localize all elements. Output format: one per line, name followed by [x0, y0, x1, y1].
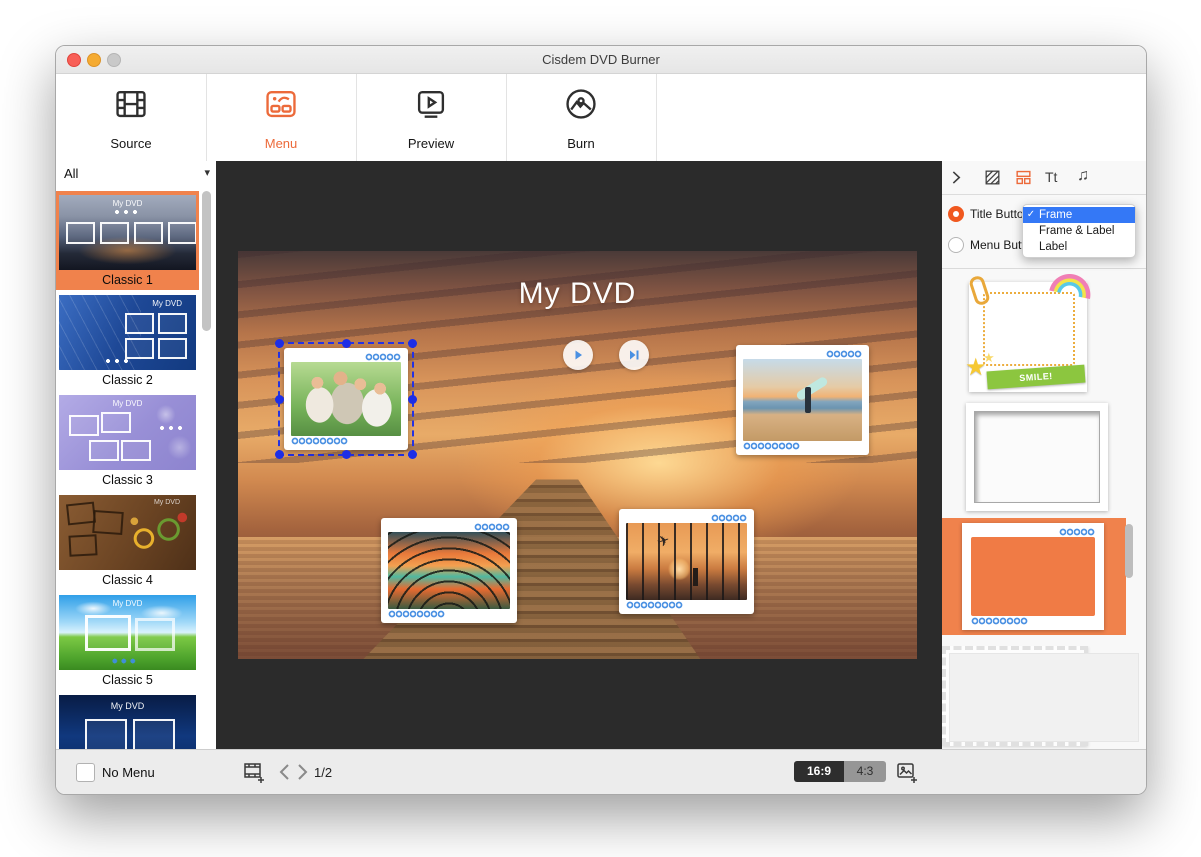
template-classic-6[interactable]: My DVD [56, 691, 199, 749]
template-thumbnail: My DVD [59, 495, 196, 570]
resize-handle[interactable] [275, 395, 284, 404]
frame-tab-icon[interactable] [1014, 168, 1033, 187]
doodle-frame [983, 292, 1075, 366]
title-bar: Cisdem DVD Burner [56, 46, 1146, 74]
frame-option-smile[interactable]: ★ ★ SMILE! [942, 276, 1146, 394]
source-button[interactable]: Source [56, 74, 207, 161]
radio-selected-icon [948, 206, 964, 222]
filter-value: All [56, 166, 78, 181]
no-menu-label: No Menu [102, 765, 155, 780]
next-button[interactable] [619, 340, 649, 370]
nav-dots [105, 358, 132, 364]
text-tab-icon[interactable]: Tt [1045, 169, 1057, 185]
play-button[interactable] [563, 340, 593, 370]
template-list: My DVD Classic 1 My DVD Classic 2 My DVD… [56, 186, 199, 749]
resize-handle[interactable] [408, 395, 417, 404]
background-tab-icon[interactable] [983, 168, 1002, 187]
smile-banner: SMILE! [986, 365, 1085, 390]
chain-decoration [1059, 528, 1095, 536]
nav-dots [114, 209, 141, 215]
resize-handle[interactable] [275, 339, 284, 348]
resize-handle[interactable] [408, 339, 417, 348]
resize-handle[interactable] [342, 450, 351, 459]
video-thumbnail-family [291, 362, 401, 436]
template-thumbnail: My DVD [59, 195, 196, 270]
resize-handle[interactable] [342, 339, 351, 348]
nav-dots [159, 425, 186, 431]
nav-dots [111, 658, 138, 664]
dropdown-option-frame-label[interactable]: Frame & Label [1023, 223, 1135, 239]
next-page-icon[interactable] [294, 763, 310, 781]
aspect-ratio-control: 16:9 4:3 [794, 761, 886, 782]
check-icon: ✓ [1023, 207, 1039, 223]
aspect-16-9-button[interactable]: 16:9 [794, 761, 844, 782]
burn-button[interactable]: Burn [506, 74, 657, 161]
audio-tab-icon[interactable]: ♫ [1077, 167, 1089, 185]
resize-handle[interactable] [275, 450, 284, 459]
template-thumbnail: My DVD [59, 695, 196, 749]
dvd-menu-canvas[interactable]: My DVD [238, 251, 917, 659]
video-thumbnail-surfer[interactable] [736, 345, 869, 455]
photo-frame-card [284, 348, 408, 450]
burn-disc-icon [562, 85, 600, 123]
chain-decoration [743, 442, 800, 450]
template-classic-1[interactable]: My DVD Classic 1 [56, 191, 199, 290]
dvd-menu-title[interactable]: My DVD [238, 277, 917, 311]
template-classic-3[interactable]: My DVD Classic 3 [56, 391, 199, 490]
preview-button[interactable]: Preview [356, 74, 507, 161]
add-background-image-icon[interactable] [894, 759, 920, 785]
prev-page-icon[interactable] [277, 763, 293, 781]
selected-video-thumbnail[interactable] [278, 342, 414, 456]
frame-style-dropdown: ✓ Frame Frame & Label Label [1022, 204, 1136, 258]
window-title: Cisdem DVD Burner [56, 52, 1146, 67]
app-window: Cisdem DVD Burner Source Menu [55, 45, 1147, 795]
template-thumbnail: My DVD [59, 395, 196, 470]
film-strip-icon [112, 85, 150, 123]
sidebar-scroll-track [199, 186, 216, 749]
inspector-tabs: Tt ♫ [942, 161, 1146, 195]
chain-decoration [388, 610, 445, 618]
frame-option-stamp[interactable] [942, 646, 1146, 749]
template-classic-5[interactable]: My DVD Classic 5 [56, 591, 199, 690]
panel-scrollbar[interactable] [1125, 524, 1133, 578]
radio-unselected-icon [948, 237, 964, 253]
chain-decoration [971, 617, 1028, 625]
template-thumbnail: My DVD [59, 595, 196, 670]
dropdown-option-label[interactable]: Label [1023, 239, 1135, 255]
play-icon [571, 348, 585, 362]
dropdown-option-frame[interactable]: ✓ Frame [1023, 207, 1135, 223]
no-menu-checkbox[interactable] [76, 763, 95, 782]
frame-option-orange-selected[interactable] [942, 518, 1146, 635]
skip-next-icon [627, 348, 641, 362]
template-thumbnail: My DVD [59, 295, 196, 370]
paperclip-icon [968, 274, 991, 306]
video-thumbnail-arch[interactable] [381, 518, 517, 623]
menu-image-icon [262, 85, 300, 123]
frame-option-plain[interactable] [942, 401, 1146, 516]
chevron-down-icon: ▾ [204, 161, 210, 186]
sidebar-scrollbar[interactable] [202, 191, 211, 331]
page-indicator: 1/2 [314, 765, 332, 780]
main-toolbar: Source Menu Preview [56, 74, 1146, 162]
template-classic-2[interactable]: My DVD Classic 2 [56, 291, 199, 390]
resize-handle[interactable] [408, 450, 417, 459]
title-button-radio[interactable]: Title Button [948, 205, 1030, 223]
video-thumbnail-airport[interactable] [619, 509, 754, 614]
template-classic-4[interactable]: My DVD Classic 4 [56, 491, 199, 590]
menu-button[interactable]: Menu [206, 74, 357, 161]
chain-decoration [826, 350, 862, 358]
chain-decoration [474, 523, 510, 531]
collapse-panel-icon[interactable] [947, 168, 966, 187]
bottom-bar: No Menu 1/2 16:9 4:3 [56, 749, 1146, 795]
chain-decoration [626, 601, 683, 609]
chain-decoration [291, 437, 348, 445]
preview-play-icon [412, 85, 450, 123]
star-icon: ★ [983, 351, 995, 364]
preview-area: My DVD [216, 161, 942, 749]
chain-decoration [711, 514, 747, 522]
chain-decoration [365, 353, 401, 361]
aspect-4-3-button[interactable]: 4:3 [844, 761, 886, 782]
add-menu-page-icon[interactable] [241, 759, 267, 785]
template-filter-dropdown[interactable]: All ▾ [56, 161, 216, 187]
